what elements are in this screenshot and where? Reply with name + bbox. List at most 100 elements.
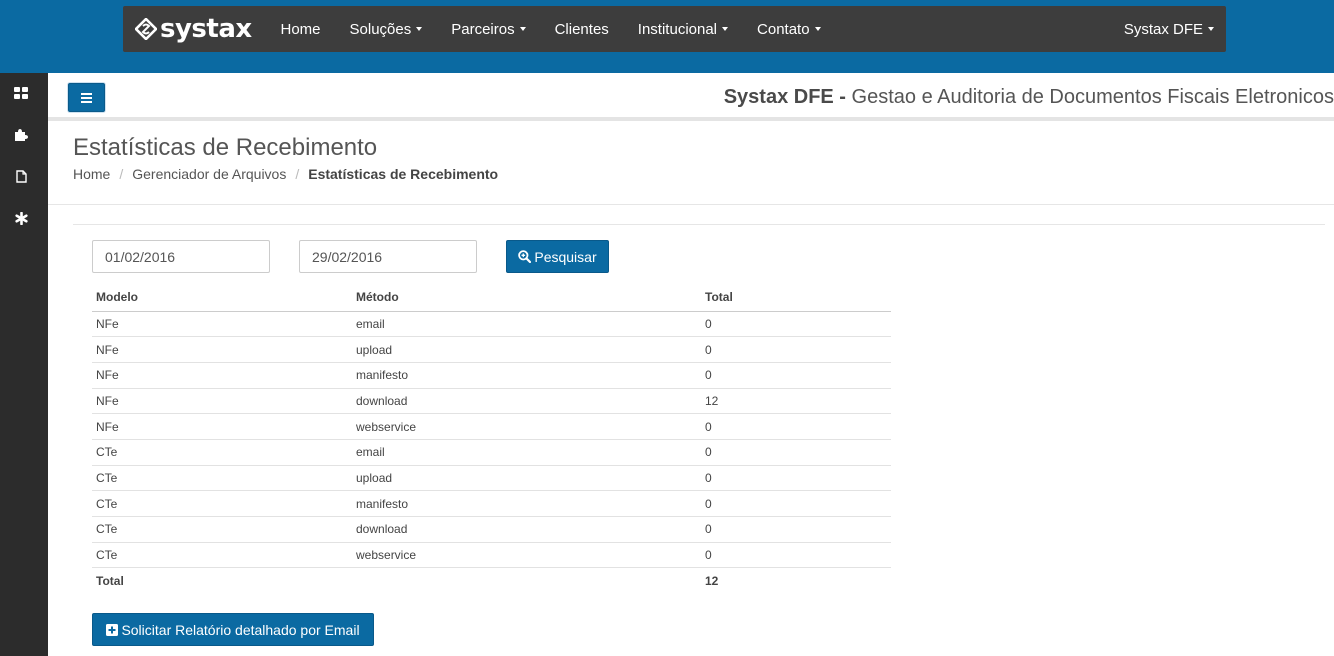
hamburger-icon bbox=[81, 92, 92, 95]
date-end-input[interactable]: 29/02/2016 bbox=[299, 240, 477, 273]
header-bar: Systax DFE - Gestao e Auditoria de Docum… bbox=[48, 73, 1334, 121]
systax-logo-icon bbox=[135, 18, 157, 40]
divider bbox=[48, 204, 1334, 205]
puzzle-icon[interactable] bbox=[12, 125, 30, 143]
table-row: NFe manifesto 0 bbox=[92, 362, 891, 389]
nav-item-label: Parceiros bbox=[451, 20, 515, 38]
cell-modelo: NFe bbox=[92, 336, 352, 363]
cell-metodo: upload bbox=[352, 336, 701, 363]
caret-down-icon bbox=[416, 27, 423, 31]
menu-toggle-button[interactable] bbox=[68, 83, 105, 112]
cell-total: 0 bbox=[701, 413, 891, 440]
table-header-row: Modelo Método Total bbox=[92, 284, 891, 312]
cell-metodo: email bbox=[352, 311, 701, 338]
cell-total: 0 bbox=[701, 439, 891, 466]
search-button-label: Pesquisar bbox=[534, 248, 597, 265]
search-button[interactable]: Pesquisar bbox=[506, 240, 609, 273]
date-start-input[interactable]: 01/02/2016 bbox=[92, 240, 270, 273]
cell-metodo: manifesto bbox=[352, 490, 701, 517]
request-report-label: Solicitar Relatório detalhado por Email bbox=[121, 621, 360, 638]
cell-modelo: NFe bbox=[92, 388, 352, 415]
table-row: NFe download 12 bbox=[92, 388, 891, 415]
main-navbar: systax Home Soluções Parceiros Clientes Inst… bbox=[123, 6, 1226, 52]
request-report-button[interactable]: Solicitar Relatório detalhado por Email bbox=[92, 613, 374, 646]
cell-modelo: NFe bbox=[92, 311, 352, 338]
cell-metodo: manifesto bbox=[352, 362, 701, 389]
caret-down-icon bbox=[1208, 27, 1214, 31]
brand-text: systax bbox=[160, 14, 252, 44]
cell-total: 0 bbox=[701, 516, 891, 543]
nav-item-clientes[interactable]: Clientes bbox=[540, 6, 623, 52]
nav-item-institucional[interactable]: Institucional bbox=[623, 6, 742, 52]
table-row: CTe webservice 0 bbox=[92, 542, 891, 569]
breadcrumb-home[interactable]: Home bbox=[73, 166, 110, 182]
cell-modelo: CTe bbox=[92, 542, 352, 569]
header-modelo: Modelo bbox=[92, 284, 352, 312]
dashboard-icon[interactable] bbox=[12, 84, 30, 102]
header-metodo: Método bbox=[352, 284, 701, 312]
table-row: NFe webservice 0 bbox=[92, 413, 891, 440]
divider bbox=[73, 224, 1325, 225]
hamburger-line bbox=[81, 96, 92, 99]
cell-modelo: CTe bbox=[92, 465, 352, 492]
cell-modelo: CTe bbox=[92, 516, 352, 543]
table-row: CTe manifesto 0 bbox=[92, 490, 891, 517]
cell-total: 0 bbox=[701, 362, 891, 389]
nav-item-label: Home bbox=[280, 20, 321, 38]
cell-metodo: webservice bbox=[352, 413, 701, 440]
cell-total: 0 bbox=[701, 490, 891, 517]
cell-metodo: webservice bbox=[352, 542, 701, 569]
breadcrumb-current: Estatísticas de Recebimento bbox=[308, 166, 499, 182]
nav-item-label: Soluções bbox=[349, 20, 412, 38]
table-row: NFe upload 0 bbox=[92, 336, 891, 363]
cell-total: 0 bbox=[701, 542, 891, 569]
nav-item-label: Contato bbox=[757, 20, 810, 38]
total-value: 12 bbox=[705, 573, 719, 588]
app-title: Systax DFE - Gestao e Auditoria de Docum… bbox=[724, 86, 1334, 109]
asterisk-icon[interactable] bbox=[12, 209, 30, 227]
brand-logo[interactable]: systax bbox=[135, 6, 255, 52]
nav-item-contato[interactable]: Contato bbox=[743, 6, 836, 52]
page-title: Estatísticas de Recebimento bbox=[73, 134, 378, 161]
sidebar bbox=[0, 73, 48, 656]
cell-metodo: upload bbox=[352, 465, 701, 492]
cell-modelo: CTe bbox=[92, 490, 352, 517]
cell-metodo: download bbox=[352, 516, 701, 543]
breadcrumb-separator: / bbox=[119, 166, 124, 182]
stats-table: Modelo Método Total NFe email 0 NFe upload 0 N… bbox=[92, 284, 891, 594]
header-total: Total bbox=[701, 284, 891, 312]
cell-metodo: email bbox=[352, 439, 701, 466]
cell-modelo: NFe bbox=[92, 413, 352, 440]
plus-square-icon bbox=[106, 623, 119, 636]
nav-item-solucoes[interactable]: Soluções bbox=[335, 6, 437, 52]
table-row: CTe upload 0 bbox=[92, 465, 891, 492]
cell-total: 0 bbox=[701, 465, 891, 492]
cell-metodo: download bbox=[352, 388, 701, 415]
cell-total: 12 bbox=[701, 388, 891, 415]
zoom-search-icon bbox=[518, 250, 532, 263]
breadcrumb-file-manager[interactable]: Gerenciador de Arquivos bbox=[132, 166, 286, 182]
cell-modelo: NFe bbox=[92, 362, 352, 389]
table-total-row: Total 12 bbox=[92, 568, 891, 594]
table-body: NFe email 0 NFe upload 0 NFe manifesto 0 NFe downl… bbox=[92, 311, 891, 594]
hamburger-line bbox=[81, 100, 92, 103]
caret-down-icon bbox=[814, 27, 821, 31]
breadcrumb-separator: / bbox=[295, 166, 300, 182]
cell-modelo: CTe bbox=[92, 439, 352, 466]
caret-down-icon bbox=[519, 27, 526, 31]
nav-right-label: Systax DFE bbox=[1123, 20, 1203, 38]
table-row: CTe download 0 bbox=[92, 516, 891, 543]
nav-item-home[interactable]: Home bbox=[266, 6, 335, 52]
table-row: NFe email 0 bbox=[92, 311, 891, 338]
nav-systax-dfe-dropdown[interactable]: Systax DFE bbox=[1124, 21, 1214, 38]
nav-item-label: Clientes bbox=[554, 20, 609, 38]
file-icon[interactable] bbox=[12, 167, 30, 185]
app-title-bold: Systax DFE - bbox=[723, 86, 846, 108]
total-label: Total bbox=[96, 573, 124, 588]
nav-menu: Home Soluções Parceiros Clientes Institucion… bbox=[266, 6, 835, 52]
app-title-rest: Gestao e Auditoria de Documentos Fiscais… bbox=[845, 86, 1334, 108]
nav-item-parceiros[interactable]: Parceiros bbox=[437, 6, 540, 52]
total-empty-cell bbox=[352, 568, 701, 594]
cell-total: 0 bbox=[701, 336, 891, 363]
table-row: CTe email 0 bbox=[92, 439, 891, 466]
